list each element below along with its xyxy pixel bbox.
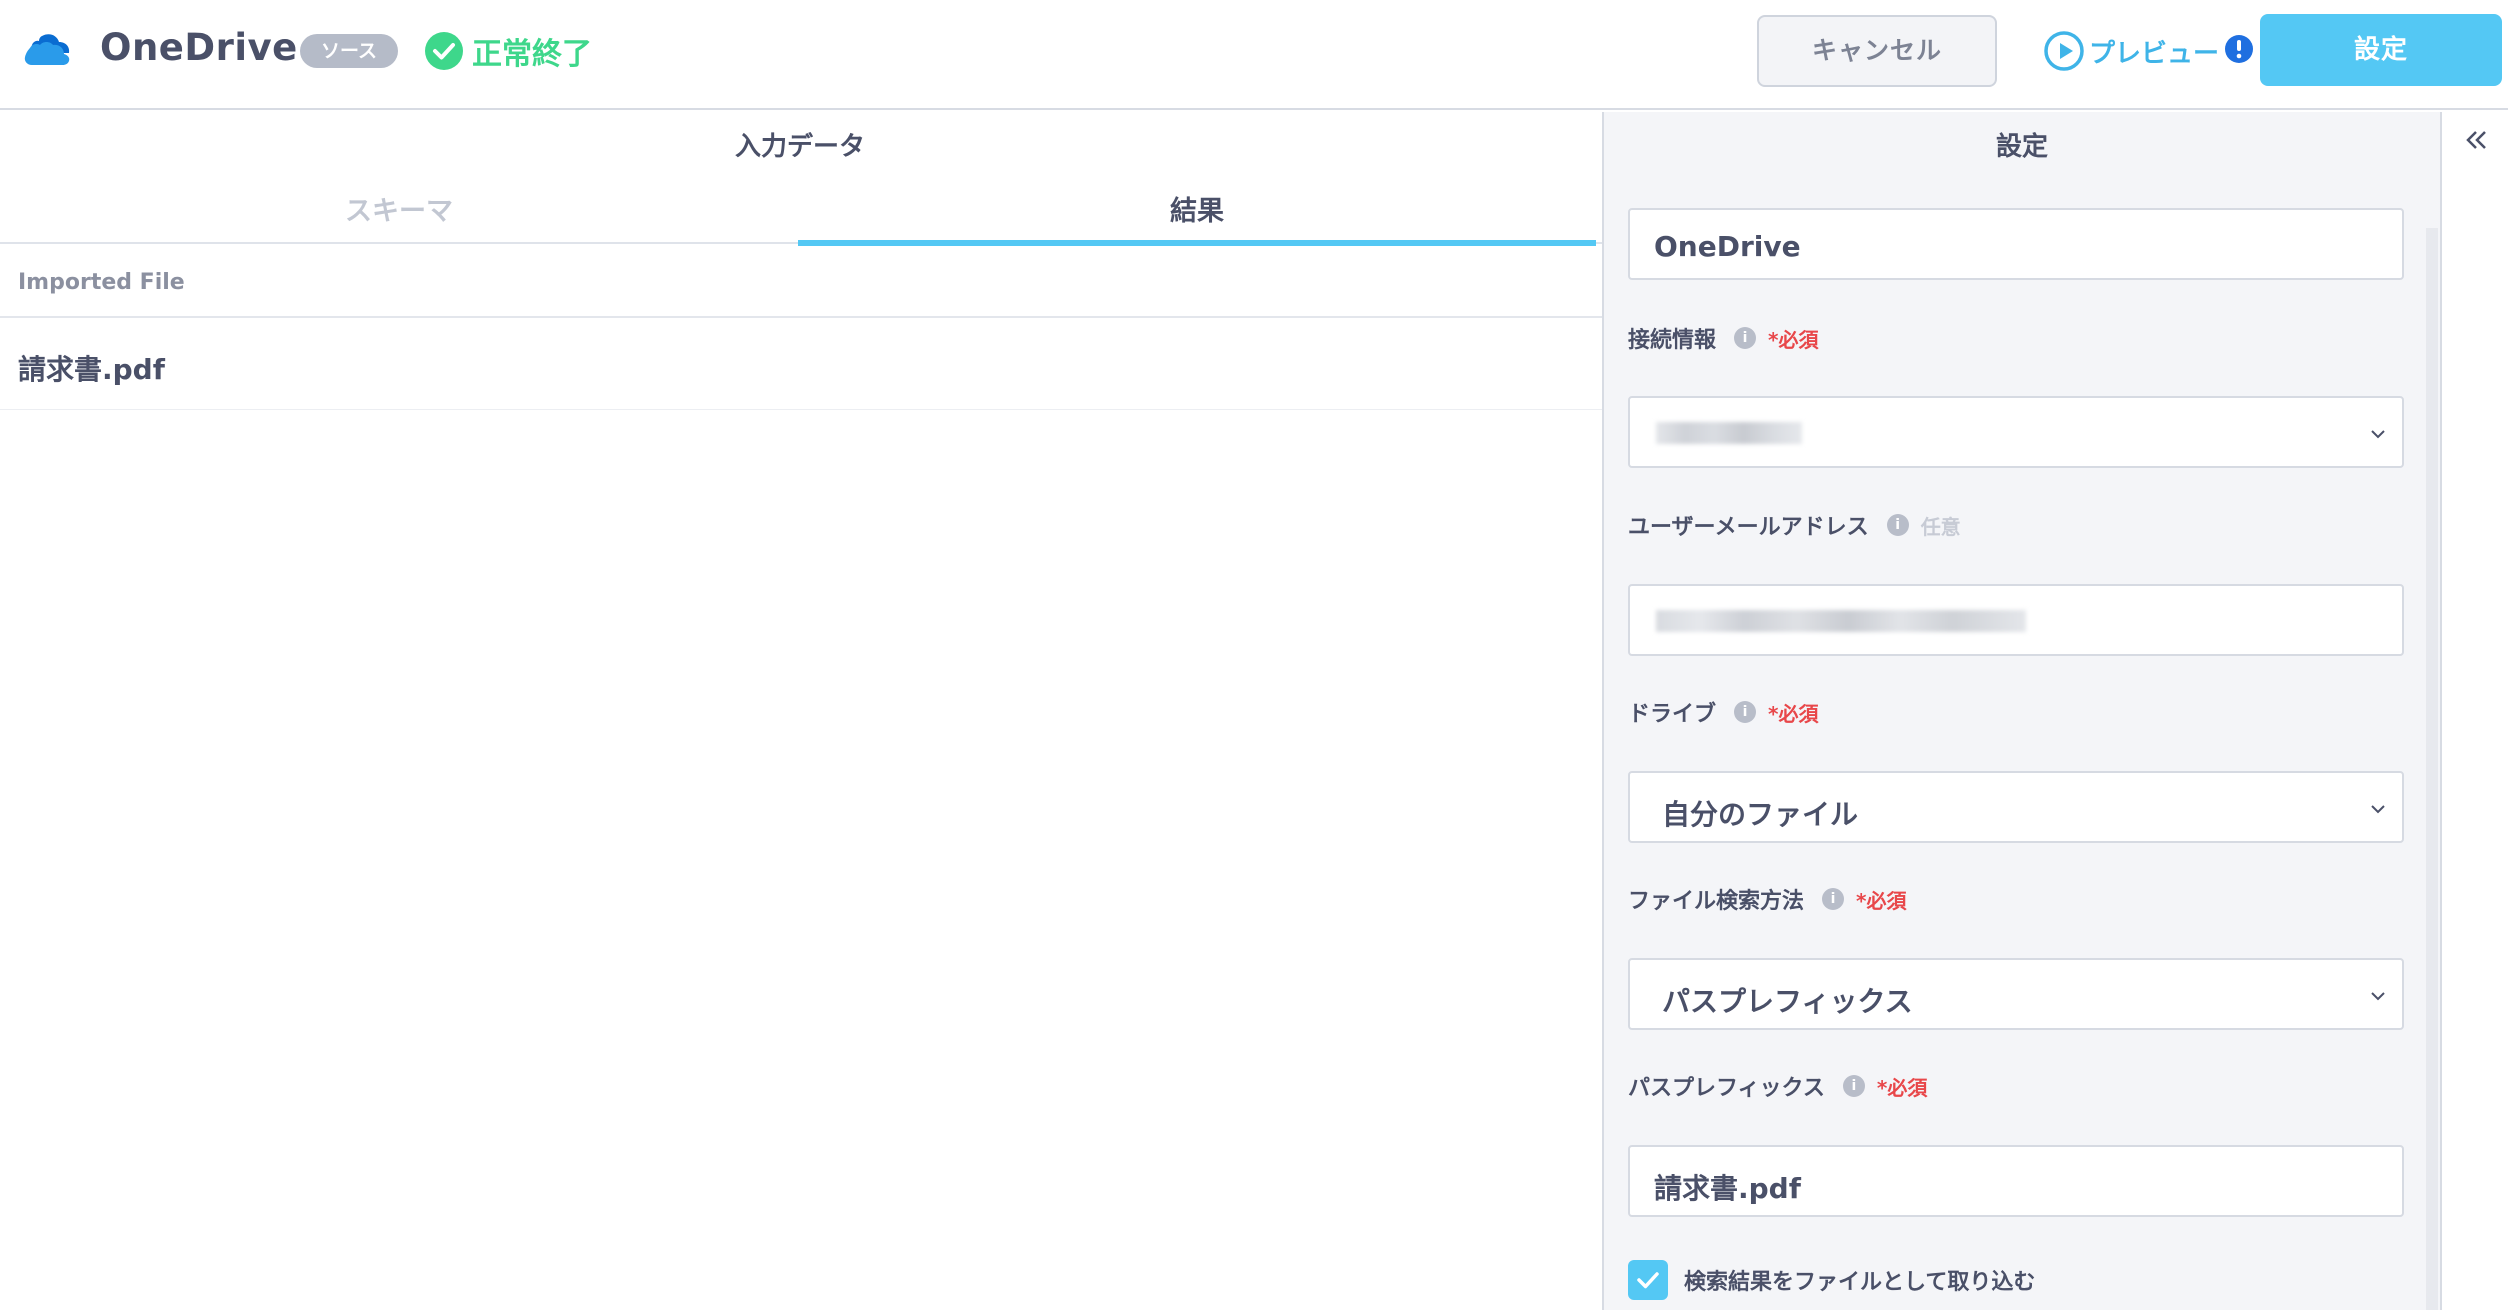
panel-divider: [2440, 112, 2442, 1310]
app-header: OneDrive ソース 正常終了 キャンセル プレビュー 設定: [0, 0, 2508, 110]
import-as-file-checkbox[interactable]: [1628, 1260, 1668, 1300]
tab-schema[interactable]: スキーマ: [0, 184, 798, 244]
app-title: OneDrive: [100, 26, 298, 69]
drive-select[interactable]: 自分のファイル: [1628, 771, 2404, 843]
field-label-text: パスプレフィックス: [1628, 1076, 1825, 1101]
required-marker: *必須: [1768, 701, 1819, 726]
user-email-input[interactable]: [1628, 584, 2404, 656]
file-search-method-select[interactable]: パスプレフィックス: [1628, 958, 2404, 1030]
chevron-down-icon: [2371, 805, 2385, 814]
field-label-text: 接続情報: [1628, 328, 1717, 353]
select-value: パスプレフィックス: [1662, 985, 1913, 1018]
required-marker: *必須: [1768, 327, 1819, 352]
info-icon[interactable]: i: [1842, 1075, 1865, 1097]
field-label-text: ドライブ: [1628, 702, 1717, 727]
settings-title: 設定: [1604, 112, 2440, 170]
field-label-text: ファイル検索方法: [1628, 889, 1805, 914]
redacted-value: [1656, 610, 2026, 632]
path-prefix-input[interactable]: 請求書.pdf: [1628, 1145, 2404, 1217]
field-label-user-email: ユーザーメールアドレス i 任意: [1628, 509, 1961, 541]
input-data-panel: 入力データ スキーマ 結果 Imported File 請求書.pdf: [0, 112, 1602, 1310]
info-icon[interactable]: i: [1822, 888, 1845, 910]
settings-button[interactable]: 設定: [2260, 14, 2502, 86]
chevron-down-icon: [2371, 992, 2385, 1001]
table-cell: 請求書.pdf: [18, 353, 165, 386]
status-text: 正常終了: [472, 37, 592, 72]
exclamation-circle-icon: [2225, 35, 2253, 63]
cancel-button[interactable]: キャンセル: [1757, 15, 1997, 87]
settings-scrollbar[interactable]: [2426, 228, 2438, 1310]
table-header: Imported File: [0, 246, 1602, 318]
preview-button[interactable]: プレビュー: [2043, 28, 2219, 74]
play-circle-icon: [2044, 31, 2084, 71]
input-value: OneDrive: [1654, 230, 1801, 263]
field-label-connection: 接続情報 i *必須: [1628, 322, 1818, 354]
field-label-text: ユーザーメールアドレス: [1628, 515, 1869, 540]
source-badge: ソース: [300, 34, 398, 68]
chevron-down-icon: [2371, 430, 2385, 439]
tab-bar: スキーマ 結果: [0, 184, 1602, 246]
import-as-file-checkbox-row[interactable]: 検索結果をファイルとして取り込む: [1628, 1260, 2035, 1300]
required-marker: *必須: [1856, 888, 1907, 913]
select-value: 自分のファイル: [1662, 798, 1859, 831]
input-value: 請求書.pdf: [1654, 1172, 1801, 1205]
display-name-input[interactable]: OneDrive: [1628, 208, 2404, 280]
optional-marker: 任意: [1920, 514, 1961, 539]
field-label-path-prefix: パスプレフィックス i *必須: [1628, 1070, 1927, 1102]
required-marker: *必須: [1876, 1075, 1928, 1100]
panel-title: 入力データ: [734, 132, 865, 162]
info-icon[interactable]: i: [1734, 327, 1757, 349]
table-row[interactable]: 請求書.pdf: [0, 320, 1602, 410]
preview-label: プレビュー: [2089, 38, 2220, 69]
onedrive-cloud-icon: [24, 34, 70, 65]
redacted-value: [1656, 422, 1802, 444]
check-circle-icon: [425, 32, 463, 70]
check-icon: [1637, 1272, 1659, 1289]
column-header-imported-file: Imported File: [18, 270, 185, 295]
info-icon[interactable]: i: [1734, 701, 1757, 723]
checkbox-label: 検索結果をファイルとして取り込む: [1684, 1270, 2036, 1295]
status-indicator: 正常終了: [424, 30, 592, 72]
info-icon[interactable]: i: [1886, 514, 1909, 536]
connection-select[interactable]: [1628, 396, 2404, 468]
settings-panel: 表示名 i 必須 設定 OneDrive 接続情報 i *必須 ユーザーメールア…: [1604, 112, 2440, 1310]
field-label-drive: ドライブ i *必須: [1628, 696, 1818, 728]
field-label-file-search-method: ファイル検索方法 i *必須: [1628, 883, 1906, 915]
tab-result[interactable]: 結果: [798, 184, 1596, 246]
double-chevron-left-icon[interactable]: [2460, 124, 2492, 156]
